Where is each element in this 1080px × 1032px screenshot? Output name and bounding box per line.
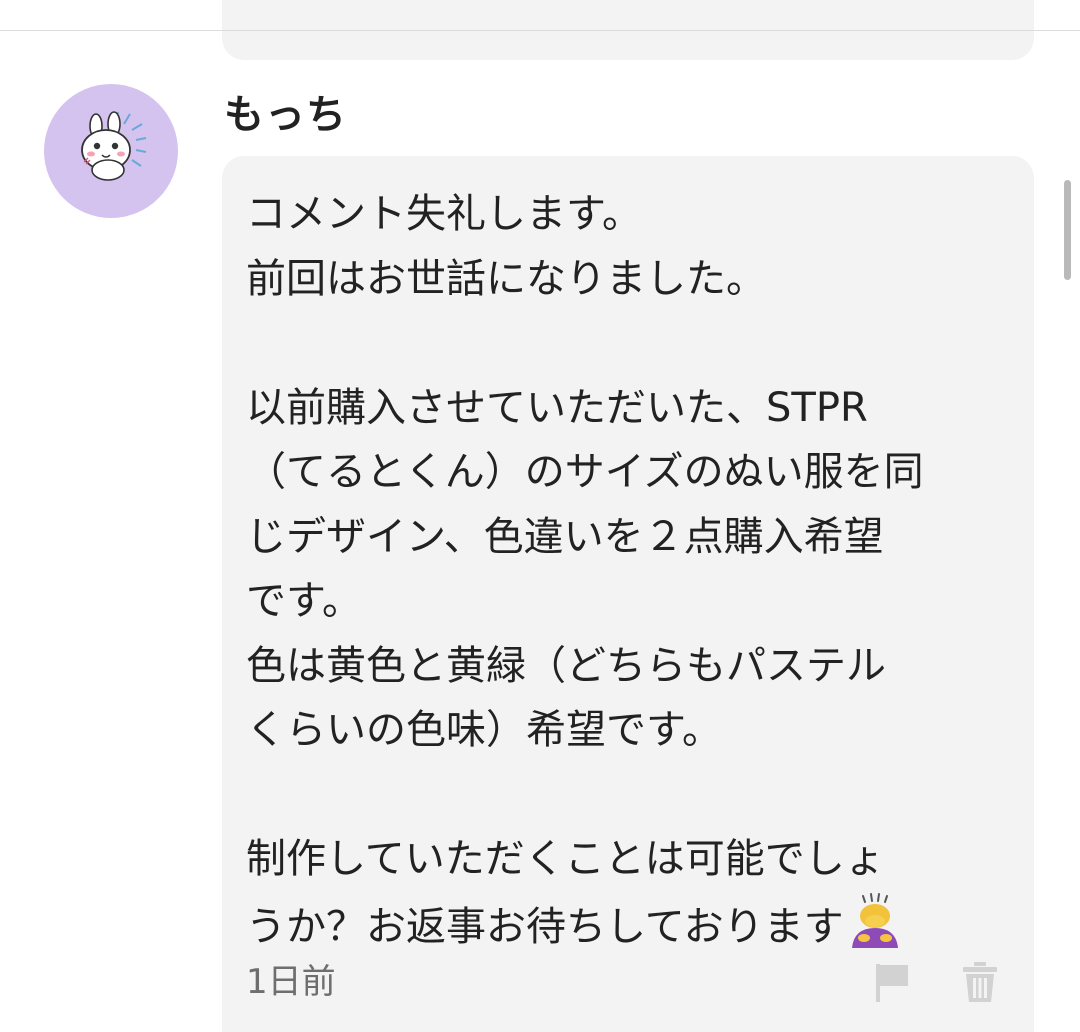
comment-line: コメント失礼します。 bbox=[246, 191, 642, 237]
comment-line: （てるとくん）のサイズのぬい服を同 bbox=[246, 449, 924, 495]
comment-line: くらいの色味）希望です。 bbox=[246, 707, 722, 753]
comment-line: 以前購入させていただいた、STPR bbox=[246, 384, 868, 431]
scrollbar[interactable] bbox=[1064, 180, 1071, 280]
comment-line: 制作していただくことは可能でしょ bbox=[246, 836, 885, 882]
comment-line: 前回はお世話になりました。 bbox=[246, 255, 766, 302]
rabbit-avatar-icon bbox=[81, 111, 147, 181]
avatar[interactable] bbox=[44, 84, 178, 218]
username[interactable]: もっち bbox=[224, 88, 347, 142]
comment-thread: もっち コメント失礼します。 前回はお世話になりました。 以前購入させていただい… bbox=[0, 0, 1080, 1032]
divider bbox=[0, 30, 1080, 31]
timestamp: 1日前 bbox=[246, 962, 336, 1002]
flag-icon[interactable] bbox=[872, 960, 912, 1004]
comment-line: うか？お返事お待ちしております bbox=[246, 903, 844, 950]
comment-body: コメント失礼します。 前回はお世話になりました。 以前購入させていただいた、ST… bbox=[246, 182, 1026, 959]
comment-line: です。 bbox=[246, 578, 362, 624]
comment-line: じデザイン、色違いを２点購入希望 bbox=[246, 513, 884, 560]
bowing-person-icon bbox=[851, 892, 898, 948]
comment-line: 色は黄色と黄緑（どちらもパステル bbox=[246, 642, 886, 689]
trash-icon[interactable] bbox=[960, 960, 1000, 1004]
